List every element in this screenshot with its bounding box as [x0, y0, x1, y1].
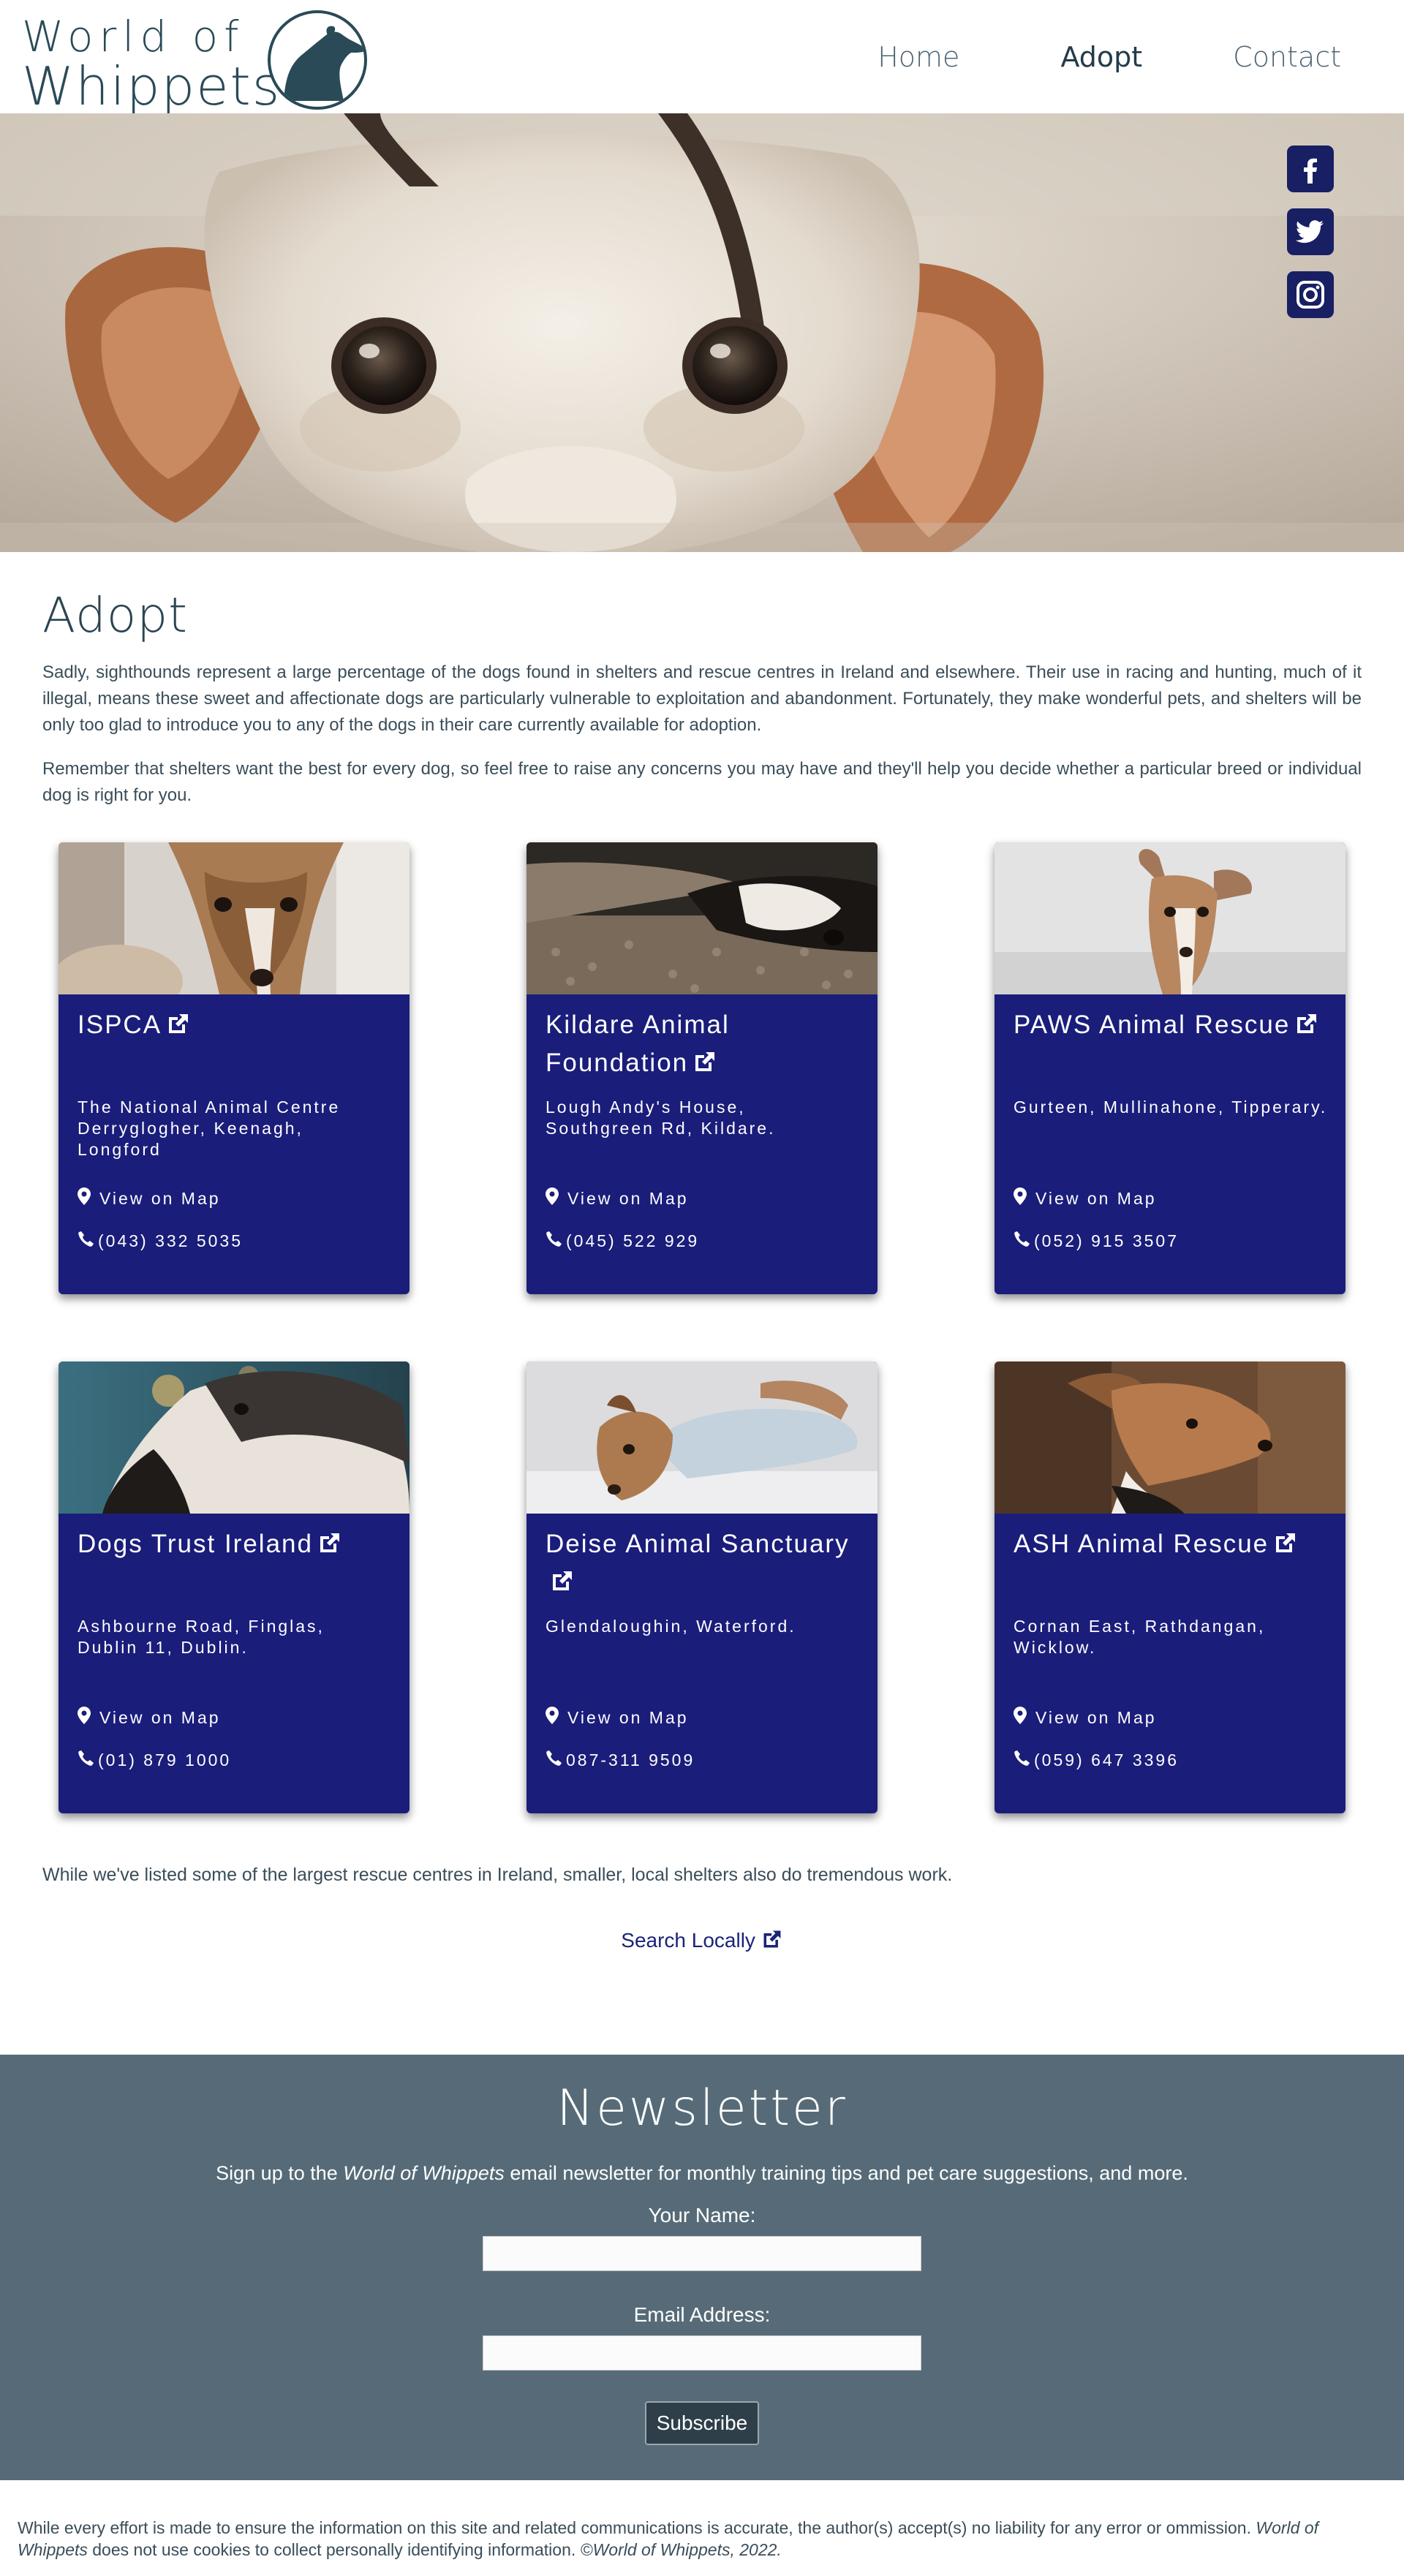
shelter-phone[interactable]: (045) 522 929 — [546, 1230, 699, 1252]
subscribe-button[interactable]: Subscribe — [644, 2401, 760, 2445]
shelter-card: ISPCA The National Animal Centre Derrygl… — [58, 842, 410, 1294]
phone-icon — [78, 1749, 95, 1771]
map-pin-icon — [546, 1187, 559, 1209]
shelter-photo — [526, 842, 878, 994]
map-pin-icon — [546, 1707, 559, 1729]
shelter-card-body: ASH Animal Rescue Cornan East, Rathdanga… — [994, 1514, 1346, 1813]
nav-home[interactable]: Home — [878, 41, 959, 73]
phone-icon — [1014, 1749, 1031, 1771]
site-footer: While every effort is made to ensure the… — [0, 2480, 1404, 2561]
logo-text-line2: Whippets — [22, 56, 282, 117]
intro-paragraph-2: Remember that shelters want the best for… — [42, 759, 1362, 805]
shelter-card: ASH Animal Rescue Cornan East, Rathdanga… — [994, 1361, 1346, 1813]
external-link-icon — [1273, 1528, 1298, 1566]
view-on-map-link[interactable]: View on Map — [546, 1187, 689, 1209]
external-link-icon — [550, 1566, 575, 1604]
search-locally-link[interactable]: Search Locally — [42, 1928, 1362, 1952]
hero-dog-photo — [0, 113, 1404, 552]
page-title: Adopt — [42, 587, 189, 643]
phone-icon — [546, 1230, 563, 1252]
view-on-map-link[interactable]: View on Map — [78, 1187, 221, 1209]
shelter-name[interactable]: Dogs Trust Ireland — [78, 1525, 390, 1613]
shelter-phone[interactable]: 087-311 9509 — [546, 1749, 695, 1771]
facebook-icon[interactable] — [1287, 146, 1334, 192]
email-input[interactable] — [483, 2335, 921, 2371]
main-content: Adopt Sadly, sighthounds represent a lar… — [0, 552, 1404, 1952]
nav-contact[interactable]: Contact — [1233, 41, 1341, 73]
nav-adopt[interactable]: Adopt — [1060, 41, 1142, 73]
shelter-phone[interactable]: (01) 879 1000 — [78, 1749, 231, 1771]
shelter-address: Ashbourne Road, Finglas, Dublin 11, Dubl… — [78, 1617, 325, 1657]
phone-icon — [546, 1749, 563, 1771]
shelter-card-body: Deise Animal Sanctuary Glendaloughin, Wa… — [526, 1514, 878, 1813]
footer-copyright: ©World of Whippets, 2022. — [580, 2540, 782, 2559]
map-pin-icon — [1014, 1707, 1027, 1729]
view-on-map-link[interactable]: View on Map — [546, 1707, 689, 1729]
map-pin-icon — [78, 1707, 91, 1729]
shelter-name[interactable]: PAWS Animal Rescue — [1014, 1006, 1326, 1094]
map-pin-icon — [78, 1187, 91, 1209]
shelter-photo — [58, 1361, 410, 1514]
social-links — [1287, 146, 1334, 318]
shelter-address: The National Animal Centre Derryglogher,… — [78, 1098, 341, 1159]
newsletter-title: Newsletter — [556, 2080, 848, 2137]
intro-paragraph-1: Sadly, sighthounds represent a large per… — [42, 662, 1362, 735]
shelter-card: Deise Animal Sanctuary Glendaloughin, Wa… — [526, 1361, 878, 1813]
shelter-card-body: PAWS Animal Rescue Gurteen, Mullinahone,… — [994, 994, 1346, 1294]
search-locally-text[interactable]: Search Locally — [621, 1929, 755, 1952]
shelter-card-body: ISPCA The National Animal Centre Derrygl… — [58, 994, 410, 1294]
shelter-photo — [994, 842, 1346, 994]
hero-image — [0, 113, 1404, 552]
external-link-icon — [166, 1009, 191, 1047]
external-link-icon — [761, 1929, 783, 1952]
shelter-card-body: Dogs Trust Ireland Ashbourne Road, Fingl… — [58, 1514, 410, 1813]
logo-text-line1: World of — [22, 12, 245, 61]
external-link-icon — [692, 1047, 717, 1085]
shelter-cards: ISPCA The National Animal Centre Derrygl… — [42, 826, 1362, 1865]
whippet-logo-icon — [268, 10, 367, 110]
external-link-icon — [317, 1528, 342, 1566]
external-link-icon — [1294, 1009, 1319, 1047]
name-input[interactable] — [483, 2236, 921, 2271]
view-on-map-link[interactable]: View on Map — [78, 1707, 221, 1729]
email-field-label: Email Address: — [633, 2303, 771, 2326]
view-on-map-link[interactable]: View on Map — [1014, 1707, 1157, 1729]
shelter-card: PAWS Animal Rescue Gurteen, Mullinahone,… — [994, 842, 1346, 1294]
newsletter-description: Sign up to the World of Whippets email n… — [216, 2162, 1188, 2184]
shelter-card-body: Kildare Animal Foundation Lough Andy's H… — [526, 994, 878, 1294]
shelter-name[interactable]: ASH Animal Rescue — [1014, 1525, 1326, 1613]
site-logo[interactable]: World of Whippets — [22, 10, 373, 117]
site-header: World of Whippets Home Adopt Contact — [0, 0, 1404, 117]
shelter-card: Kildare Animal Foundation Lough Andy's H… — [526, 842, 878, 1294]
phone-icon — [78, 1230, 95, 1252]
instagram-icon[interactable] — [1287, 271, 1334, 318]
shelter-photo — [58, 842, 410, 994]
shelter-phone[interactable]: (052) 915 3507 — [1014, 1230, 1179, 1252]
shelter-name[interactable]: Kildare Animal Foundation — [546, 1006, 858, 1094]
newsletter-section: Newsletter Sign up to the World of Whipp… — [0, 2055, 1404, 2480]
shelter-card: Dogs Trust Ireland Ashbourne Road, Fingl… — [58, 1361, 410, 1813]
shelter-address: Cornan East, Rathdangan, Wicklow. — [1014, 1617, 1266, 1657]
shelter-name[interactable]: Deise Animal Sanctuary — [546, 1525, 858, 1613]
local-shelters-note: While we've listed some of the largest r… — [42, 1865, 953, 1885]
shelter-address: Glendaloughin, Waterford. — [546, 1617, 796, 1636]
shelter-address: Gurteen, Mullinahone, Tipperary. — [1014, 1098, 1328, 1117]
shelter-photo — [526, 1361, 878, 1514]
shelter-photo — [994, 1361, 1346, 1514]
twitter-icon[interactable] — [1287, 208, 1334, 255]
shelter-address: Lough Andy's House, Southgreen Rd, Kilda… — [546, 1098, 776, 1138]
map-pin-icon — [1014, 1187, 1027, 1209]
main-nav: Home Adopt Contact — [878, 41, 1341, 73]
shelter-phone[interactable]: (059) 647 3396 — [1014, 1749, 1179, 1771]
shelter-phone[interactable]: (043) 332 5035 — [78, 1230, 243, 1252]
shelter-name[interactable]: ISPCA — [78, 1006, 390, 1094]
footer-disclaimer: While every effort is made to ensure the… — [18, 2518, 1256, 2537]
footer-cookies: does not use cookies to collect personal… — [87, 2540, 581, 2559]
view-on-map-link[interactable]: View on Map — [1014, 1187, 1157, 1209]
name-field-label: Your Name: — [648, 2204, 756, 2226]
phone-icon — [1014, 1230, 1031, 1252]
